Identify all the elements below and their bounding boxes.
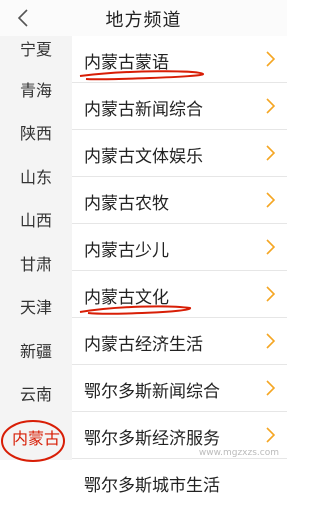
channel-row[interactable]: 鄂尔多斯新闻综合 [72, 365, 287, 412]
channel-row[interactable]: 内蒙古文体娱乐 [72, 130, 287, 177]
channel-label: 内蒙古文体娱乐 [84, 147, 203, 167]
channel-row[interactable]: 鄂尔多斯城市生活 [72, 459, 287, 505]
sidebar-item-ningxia[interactable]: 宁夏 [0, 30, 72, 70]
chevron-right-icon [266, 380, 275, 396]
chevron-right-icon [266, 286, 275, 302]
watermark: www.mgzxzs.com [198, 448, 279, 458]
chevron-right-icon [266, 51, 275, 67]
chevron-right-icon [266, 239, 275, 255]
sidebar-item-label: 青海 [19, 81, 52, 100]
sidebar-item-label: 天津 [19, 298, 52, 317]
channel-row[interactable]: 内蒙古文化 [72, 271, 287, 318]
channel-list: 内蒙古蒙语 内蒙古新闻综合 内蒙古文体娱乐 内蒙古农牧 内蒙古少儿 内蒙古文化 [72, 36, 287, 496]
sidebar-item-label: 宁夏 [19, 40, 52, 59]
channel-row[interactable]: 内蒙古少儿 [72, 224, 287, 271]
sidebar-item-xinjiang[interactable]: 新疆 [0, 332, 72, 372]
province-sidebar: 宁夏 青海 陕西 山东 山西 甘肃 天津 新疆 云南 内蒙古 [0, 36, 72, 462]
sidebar-item-yunnan[interactable]: 云南 [0, 375, 72, 415]
channel-label: 内蒙古经济生活 [84, 335, 203, 355]
sidebar-item-label: 山东 [19, 168, 52, 187]
sidebar-item-shanxi[interactable]: 山西 [0, 201, 72, 241]
red-underline-annotation [79, 70, 205, 81]
sidebar-item-label: 山西 [19, 211, 52, 230]
page-title: 地方频道 [105, 10, 182, 31]
chevron-right-icon [266, 145, 275, 161]
sidebar-item-label: 陕西 [19, 124, 52, 143]
channel-row[interactable]: 内蒙古经济生活 [72, 318, 287, 365]
channel-label: 内蒙古新闻综合 [84, 100, 203, 120]
channel-row[interactable]: 内蒙古蒙语 [72, 36, 287, 83]
sidebar-item-tianjin[interactable]: 天津 [0, 288, 72, 328]
sidebar-item-gansu[interactable]: 甘肃 [0, 245, 72, 285]
chevron-right-icon [266, 192, 275, 208]
channel-row[interactable]: 内蒙古农牧 [72, 177, 287, 224]
channel-label: 鄂尔多斯经济服务 [84, 429, 220, 449]
sidebar-item-shandong[interactable]: 山东 [0, 158, 72, 198]
sidebar-item-qinghai[interactable]: 青海 [0, 71, 72, 111]
channel-label: 鄂尔多斯新闻综合 [84, 382, 220, 402]
chevron-right-icon [266, 333, 275, 349]
channel-label: 鄂尔多斯城市生活 [84, 476, 220, 496]
sidebar-item-label: 云南 [19, 385, 52, 404]
sidebar-item-shaanxi[interactable]: 陕西 [0, 114, 72, 154]
sidebar-item-neimenggu[interactable]: 内蒙古 [0, 419, 72, 462]
sidebar-item-label: 内蒙古 [11, 429, 60, 448]
red-underline-annotation [79, 305, 192, 315]
channel-label: 内蒙古少儿 [84, 241, 169, 261]
channel-label: 内蒙古农牧 [84, 194, 169, 214]
sidebar-item-label: 新疆 [19, 342, 52, 361]
chevron-right-icon [266, 98, 275, 114]
sidebar-item-label: 甘肃 [19, 255, 52, 274]
channel-row[interactable]: 内蒙古新闻综合 [72, 83, 287, 130]
chevron-right-icon [266, 427, 275, 443]
